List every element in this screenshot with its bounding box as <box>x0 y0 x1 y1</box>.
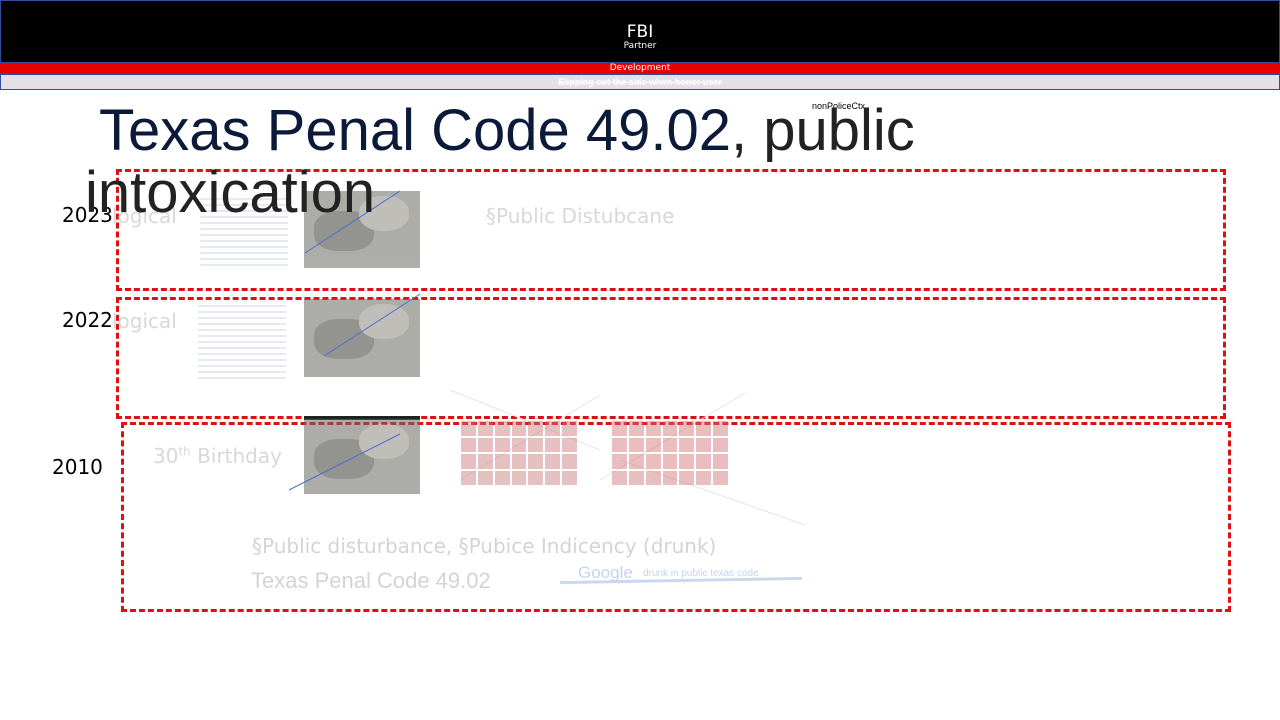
brand-subtitle: Partner <box>623 41 657 51</box>
footer-note-statutes: §Public disturbance, §Pubice Indicency (… <box>252 534 717 558</box>
search-logo: Google <box>578 563 633 582</box>
year-label-2022: 2022 <box>62 308 113 332</box>
entry-tag-2010: 30th Birthday <box>153 444 282 468</box>
annotation-line-2010 <box>288 433 401 491</box>
photo-grid-right[interactable] <box>612 421 728 485</box>
footer-note-code: Texas Penal Code 49.02 <box>251 568 491 593</box>
entry-tag-2022: logical <box>112 309 177 333</box>
brand-title: FBI <box>626 22 654 42</box>
year-label-2010: 2010 <box>52 455 103 479</box>
environment-banner: Development <box>0 63 1280 74</box>
page-title: Texas Penal Code 49.02, public intoxicat… <box>85 98 915 225</box>
annotation-line-2022 <box>323 293 421 357</box>
ghost-document-2022 <box>198 305 286 383</box>
search-query: drunk in public texas code <box>643 568 759 579</box>
notice-bar: Slipping out the side when honor user <box>0 74 1280 90</box>
photo-grid-left[interactable] <box>461 421 577 485</box>
